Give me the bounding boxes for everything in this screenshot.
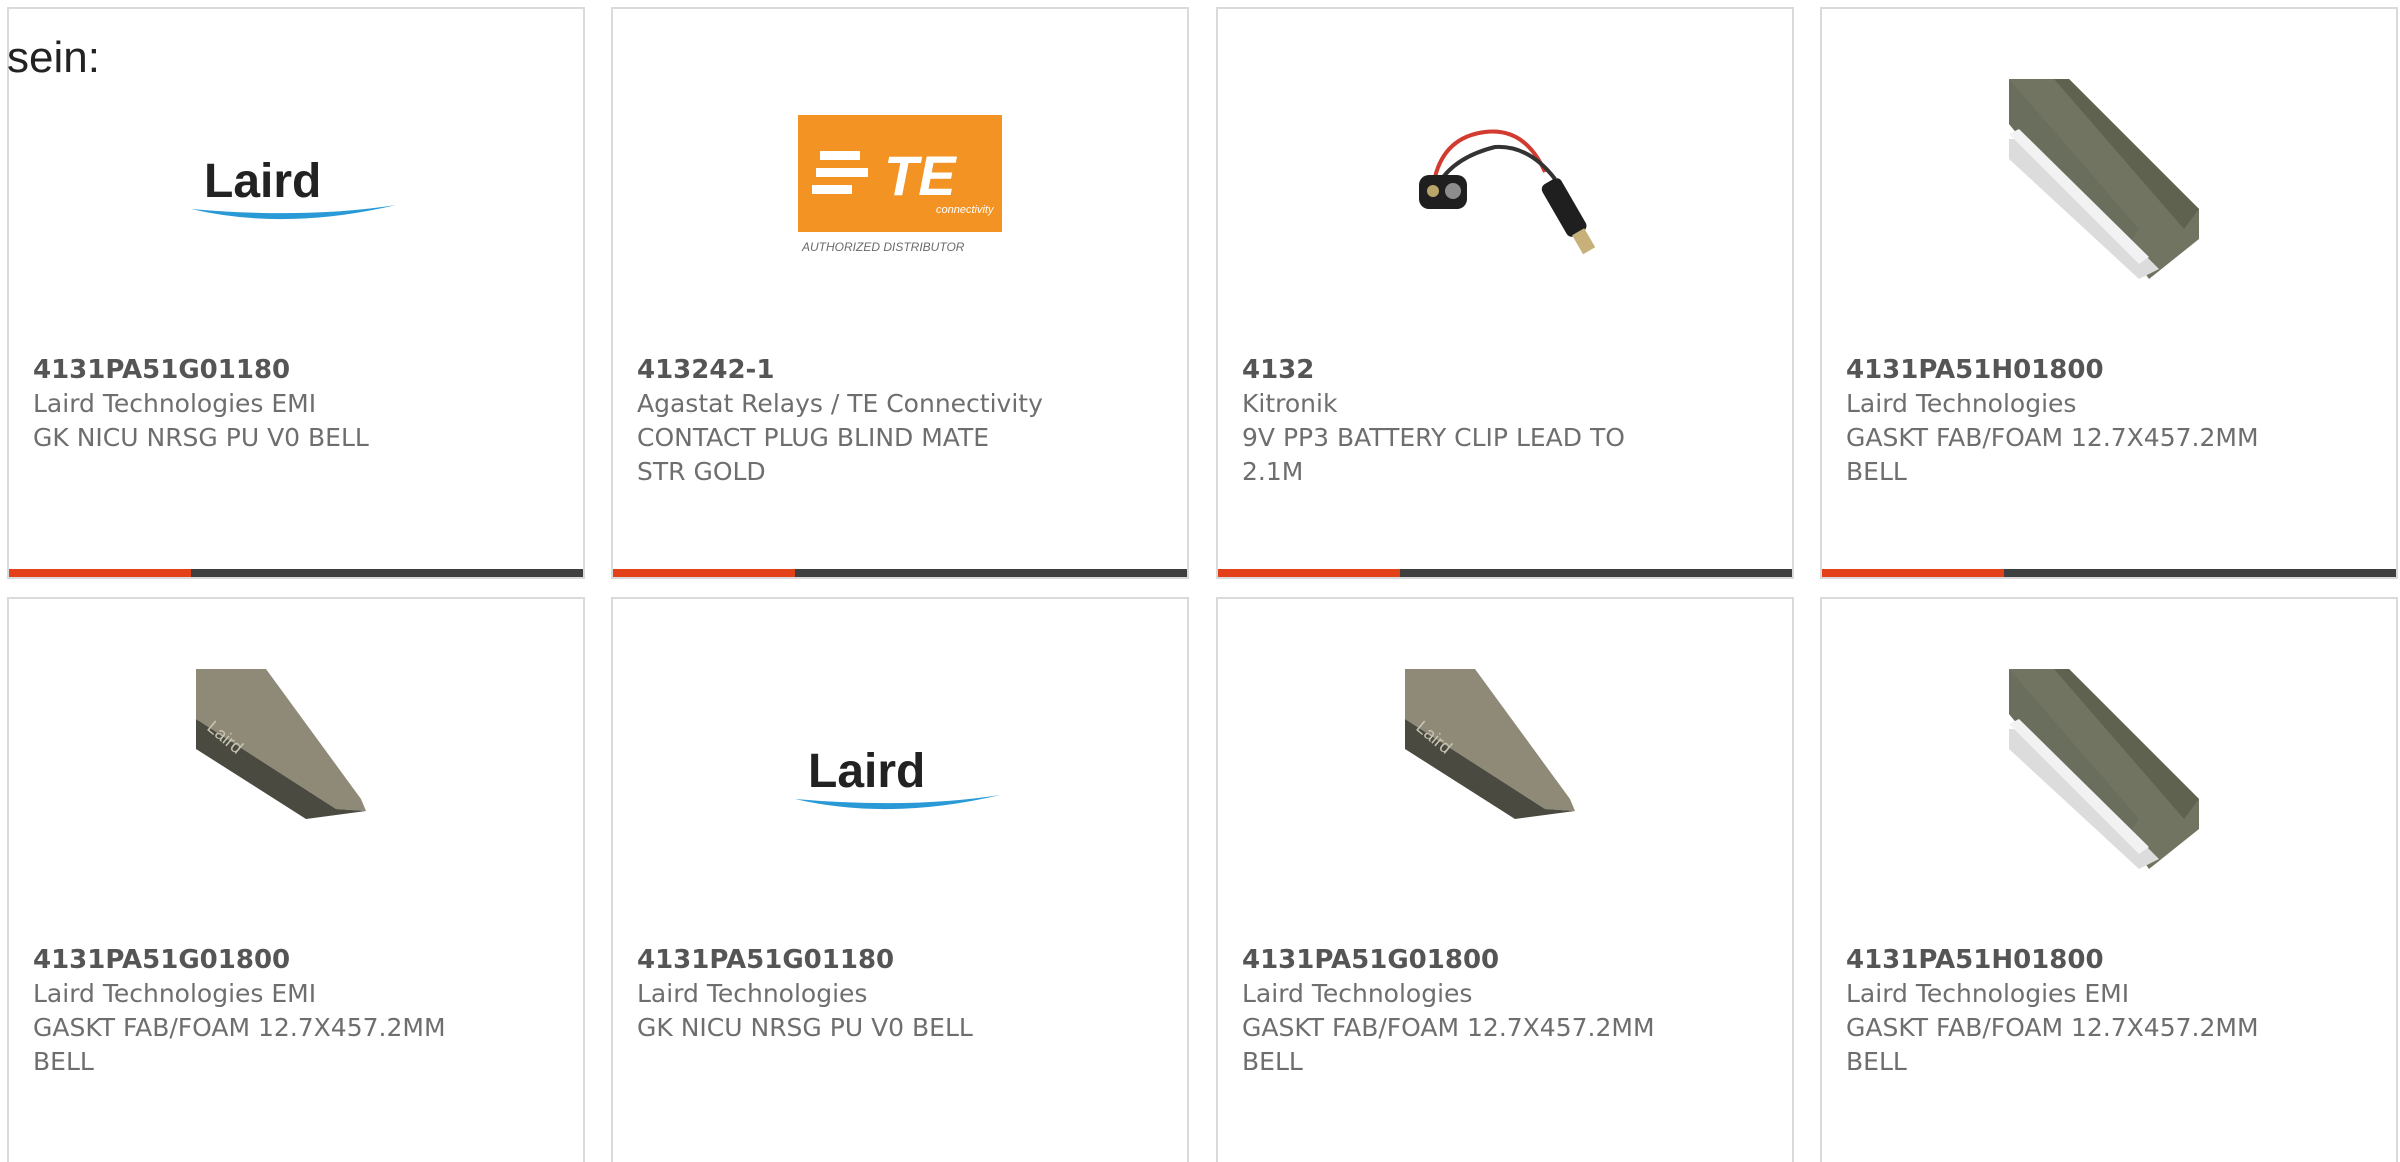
product-card[interactable]: 4132 Kitronik 9V PP3 BATTERY CLIP LEAD T… (1216, 7, 1794, 579)
product-info: 4131PA51G01180 Laird Technologies GK NIC… (637, 943, 1077, 1045)
product-card[interactable]: Laird 4131PA51G01800 Laird Technologies … (7, 597, 585, 1162)
product-info: 4131PA51H01800 Laird Technologies GASKT … (1846, 353, 2286, 489)
description-line-1: CONTACT PLUG BLIND MATE (637, 423, 990, 452)
description-line-2: BELL (1846, 1047, 1907, 1076)
card-accent-bar (1822, 569, 2004, 577)
product-info: 4131PA51G01800 Laird Technologies EMI GA… (33, 943, 473, 1079)
part-number[interactable]: 4132 (1242, 353, 1682, 387)
product-info: 4131PA51H01800 Laird Technologies EMI GA… (1846, 943, 2286, 1079)
card-accent-bar (1218, 569, 1400, 577)
description-line-2: BELL (1242, 1047, 1303, 1076)
manufacturer: Laird Technologies (1242, 979, 1473, 1008)
product-info: 4131PA51G01180 Laird Technologies EMI GK… (33, 353, 473, 455)
product-image[interactable]: Laird (9, 69, 583, 289)
product-card[interactable]: TE connectivity AUTHORIZED DISTRIBUTOR 4… (611, 7, 1189, 579)
part-number[interactable]: 4131PA51G01180 (637, 943, 1077, 977)
manufacturer: Laird Technologies (637, 979, 868, 1008)
description-line-1: GASKT FAB/FOAM 12.7X457.2MM (1242, 1013, 1655, 1042)
product-card[interactable]: 4131PA51H01800 Laird Technologies GASKT … (1820, 7, 2398, 579)
product-image[interactable]: Laird (613, 659, 1187, 879)
description-line-2: BELL (1846, 457, 1907, 486)
manufacturer: Laird Technologies (1846, 389, 2077, 418)
description-line-1: GK NICU NRSG PU V0 BELL (33, 423, 369, 452)
card-accent-bar (613, 569, 795, 577)
description-line-1: GASKT FAB/FOAM 12.7X457.2MM (1846, 423, 2259, 452)
part-number[interactable]: 4131PA51H01800 (1846, 943, 2286, 977)
product-info: 4131PA51G01800 Laird Technologies GASKT … (1242, 943, 1682, 1079)
product-card[interactable]: Laird 4131PA51G01800 Laird Technologies … (1216, 597, 1794, 1162)
product-image[interactable] (1822, 659, 2396, 879)
product-grid-page: sein: Laird 4131PA51G01180 Laird Technol… (0, 0, 2400, 1162)
product-card[interactable]: 4131PA51H01800 Laird Technologies EMI GA… (1820, 597, 2398, 1162)
product-image[interactable] (1822, 69, 2396, 289)
description-line-1: 9V PP3 BATTERY CLIP LEAD TO (1242, 423, 1625, 452)
part-number[interactable]: 4131PA51G01800 (1242, 943, 1682, 977)
product-info: 413242-1 Agastat Relays / TE Connectivit… (637, 353, 1077, 489)
gasket-profile-icon: Laird (196, 669, 366, 819)
svg-text:connectivity: connectivity (936, 204, 995, 216)
gasket-strip-icon (2009, 669, 2199, 869)
product-card[interactable]: Laird 4131PA51G01180 Laird Technologies … (7, 7, 585, 579)
manufacturer: Kitronik (1242, 389, 1338, 418)
manufacturer: Laird Technologies EMI (33, 389, 317, 418)
manufacturer: Laird Technologies EMI (33, 979, 317, 1008)
intro-text: sein: (7, 33, 100, 82)
description-line-2: 2.1M (1242, 457, 1304, 486)
part-number[interactable]: 413242-1 (637, 353, 1077, 387)
gasket-strip-icon (2009, 79, 2199, 279)
description-line-1: GASKT FAB/FOAM 12.7X457.2MM (1846, 1013, 2259, 1042)
product-image[interactable]: Laird (1218, 659, 1792, 879)
manufacturer: Laird Technologies EMI (1846, 979, 2130, 1008)
laird-logo-icon: Laird (795, 745, 1000, 810)
product-image[interactable] (1218, 69, 1792, 289)
svg-text:TE: TE (884, 144, 957, 207)
part-number[interactable]: 4131PA51G01180 (33, 353, 473, 387)
product-info: 4132 Kitronik 9V PP3 BATTERY CLIP LEAD T… (1242, 353, 1682, 489)
product-image[interactable]: TE connectivity AUTHORIZED DISTRIBUTOR (613, 69, 1187, 289)
battery-clip-icon (1419, 129, 1596, 255)
te-connectivity-logo-icon: TE connectivity AUTHORIZED DISTRIBUTOR (798, 115, 1002, 254)
manufacturer: Agastat Relays / TE Connectivity (637, 389, 1043, 418)
svg-text:AUTHORIZED DISTRIBUTOR: AUTHORIZED DISTRIBUTOR (801, 240, 965, 254)
product-image[interactable]: Laird (9, 659, 583, 879)
laird-logo-text: Laird (808, 745, 925, 798)
card-accent-bar (9, 569, 191, 577)
description-line-1: GASKT FAB/FOAM 12.7X457.2MM (33, 1013, 446, 1042)
laird-logo-icon: Laird (191, 155, 396, 220)
description-line-1: GK NICU NRSG PU V0 BELL (637, 1013, 973, 1042)
part-number[interactable]: 4131PA51G01800 (33, 943, 473, 977)
gasket-profile-icon: Laird (1405, 669, 1575, 819)
description-line-2: BELL (33, 1047, 94, 1076)
laird-logo-text: Laird (204, 155, 321, 208)
description-line-2: STR GOLD (637, 457, 766, 486)
product-card[interactable]: Laird 4131PA51G01180 Laird Technologies … (611, 597, 1189, 1162)
part-number[interactable]: 4131PA51H01800 (1846, 353, 2286, 387)
